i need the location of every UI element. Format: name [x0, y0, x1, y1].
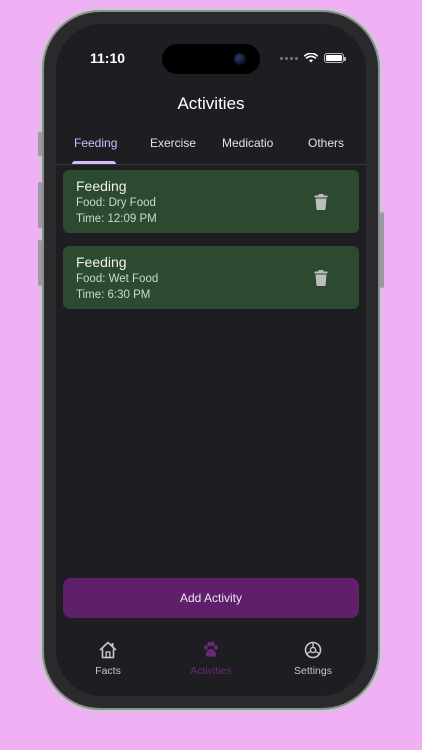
nav-label-settings: Settings — [294, 665, 332, 677]
nav-label-activities: Activities — [190, 665, 232, 677]
tab-medication[interactable]: Medication — [222, 136, 274, 150]
power-button — [380, 212, 384, 288]
mute-switch — [38, 132, 42, 156]
nav-label-facts: Facts — [95, 665, 121, 677]
activity-food: Food: Dry Food — [76, 197, 156, 209]
wifi-icon — [304, 53, 318, 63]
activity-card[interactable]: Feeding Food: Dry Food Time: 12:09 PM — [63, 170, 359, 233]
nav-item-activities[interactable]: Activities — [171, 640, 251, 677]
status-time: 11:10 — [90, 50, 126, 66]
activity-card[interactable]: Feeding Food: Wet Food Time: 6:30 PM — [63, 246, 359, 309]
status-icons — [280, 53, 346, 63]
activity-title: Feeding — [76, 178, 127, 194]
cellular-signal-icon — [280, 56, 298, 60]
delete-icon[interactable] — [314, 270, 328, 286]
add-activity-button[interactable]: Add Activity — [63, 578, 359, 618]
app-screen: 11:10 Activities Feeding Exercise Medica… — [56, 24, 366, 696]
activity-title: Feeding — [76, 254, 127, 270]
gear-icon — [304, 641, 322, 659]
activity-time: Time: 6:30 PM — [76, 289, 151, 301]
volume-down-button — [38, 240, 42, 286]
tab-exercise[interactable]: Exercise — [150, 136, 196, 150]
activity-food: Food: Wet Food — [76, 273, 159, 285]
tab-medication-clip: Medication — [222, 136, 274, 150]
battery-icon — [324, 53, 346, 63]
volume-up-button — [38, 182, 42, 228]
bottom-navigation: Facts Activities Settings — [56, 624, 366, 696]
nav-item-facts[interactable]: Facts — [68, 640, 148, 677]
tab-bar: Feeding Exercise Medication Others — [56, 128, 366, 165]
page-title: Activities — [177, 94, 245, 113]
tab-feeding[interactable]: Feeding — [74, 136, 117, 150]
paw-icon — [204, 641, 218, 657]
camera-icon — [234, 53, 246, 65]
tab-others[interactable]: Others — [308, 136, 344, 150]
active-tab-indicator — [72, 161, 116, 164]
activity-time: Time: 12:09 PM — [76, 213, 157, 225]
delete-icon[interactable] — [314, 194, 328, 210]
home-icon — [99, 641, 117, 659]
nav-item-settings[interactable]: Settings — [273, 640, 353, 677]
phone-frame: 11:10 Activities Feeding Exercise Medica… — [38, 12, 384, 708]
dynamic-island — [162, 44, 260, 74]
